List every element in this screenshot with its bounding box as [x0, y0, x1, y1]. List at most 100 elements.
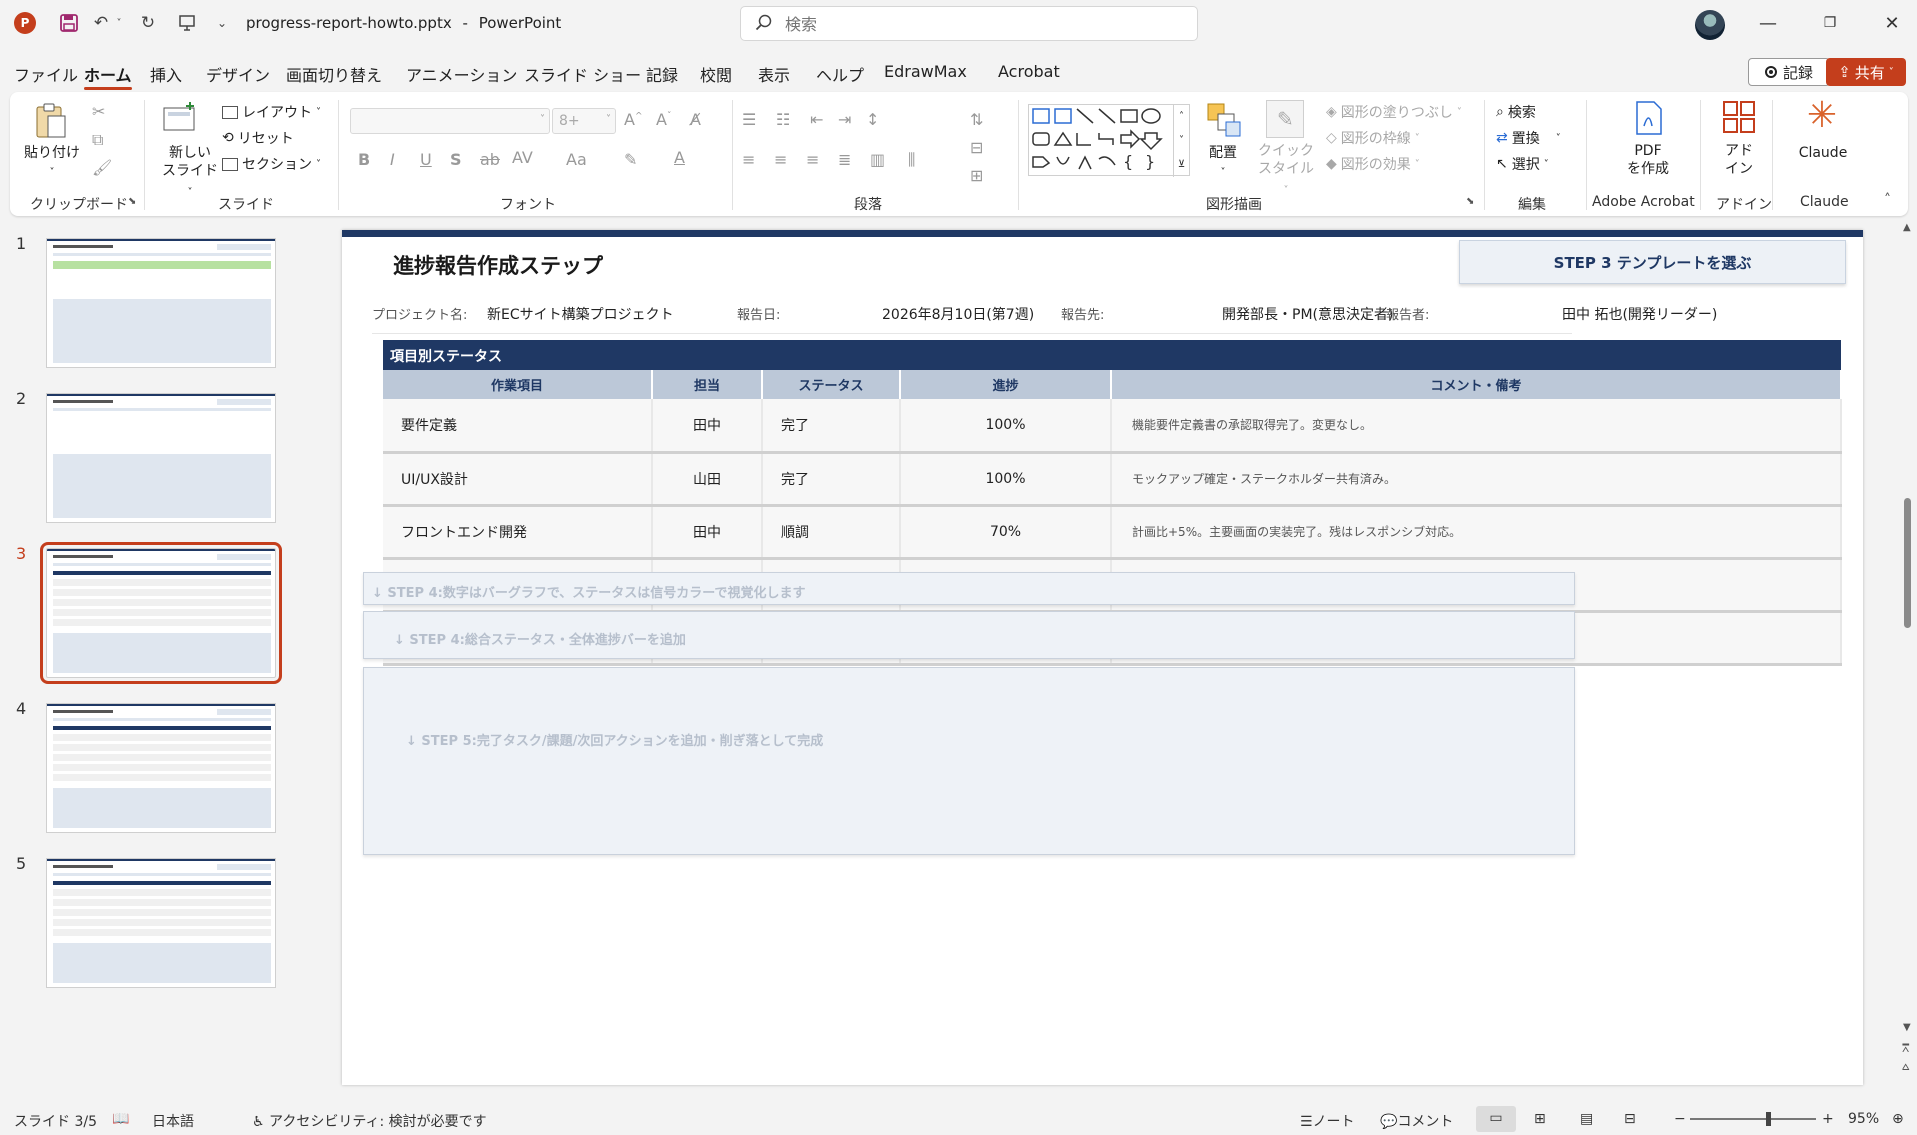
- layout-button[interactable]: レイアウト ˅: [222, 102, 321, 122]
- menu-tab[interactable]: 校閲: [700, 62, 732, 90]
- menu-tab[interactable]: ホーム: [84, 62, 132, 90]
- slide-canvas[interactable]: 進捗報告作成ステップ STEP 3 テンプレートを選ぶ プロジェクト名: 新EC…: [342, 230, 1863, 1085]
- step4-total-placeholder[interactable]: ↓ STEP 4:総合ステータス・全体進捗バーを追加: [363, 611, 1575, 659]
- section-button[interactable]: セクション ˅: [222, 154, 321, 174]
- save-icon[interactable]: [56, 10, 82, 36]
- arrange-icon[interactable]: [1206, 102, 1242, 138]
- zoom-slider-thumb[interactable]: [1766, 1112, 1772, 1126]
- font-name-combo[interactable]: ˅: [350, 108, 550, 134]
- table-row[interactable]: フロントエンド開発 田中 順調 70% 計画比+5%。主要画面の実装完了。残はレスポンシ…: [383, 505, 1842, 560]
- vertical-scrollbar[interactable]: ▲ ▼ ⩞ ⩟: [1900, 222, 1914, 1082]
- align-center-icon[interactable]: ≡: [774, 150, 787, 169]
- zoom-level[interactable]: 95%: [1848, 1111, 1879, 1127]
- close-button[interactable]: ✕: [1870, 8, 1914, 38]
- menu-tab[interactable]: EdrawMax: [884, 62, 967, 90]
- font-size-combo[interactable]: 8+ ˅: [552, 108, 616, 134]
- claude-icon[interactable]: ✳: [1804, 98, 1840, 134]
- slideshow-view-icon[interactable]: ⊟: [1624, 1111, 1636, 1127]
- shrink-font-icon[interactable]: Aˇ: [656, 110, 671, 129]
- zoom-in-icon[interactable]: +: [1822, 1111, 1834, 1127]
- scroll-down-icon[interactable]: ▼: [1903, 1022, 1911, 1033]
- menu-tab[interactable]: 記録: [646, 62, 678, 90]
- slide-thumbnail[interactable]: [40, 542, 282, 684]
- redo-icon[interactable]: ↻: [136, 10, 160, 36]
- format-painter-icon[interactable]: 🖌: [92, 158, 112, 177]
- table-row[interactable]: 要件定義 田中 完了 100% 機能要件定義書の承認取得完了。変更なし。: [383, 399, 1842, 454]
- reset-button[interactable]: ⟲ リセット: [222, 128, 294, 148]
- menu-tab[interactable]: ファイル: [14, 62, 78, 90]
- slide-title[interactable]: 進捗報告作成ステップ: [393, 250, 603, 280]
- shape-effect-button[interactable]: ◆ 図形の効果 ˅: [1326, 154, 1420, 174]
- increase-indent-icon[interactable]: ⇥: [838, 110, 851, 129]
- search-input[interactable]: [785, 13, 1175, 35]
- slide-thumbnail[interactable]: [46, 703, 276, 833]
- justify-icon[interactable]: ≣: [838, 150, 851, 169]
- copy-icon[interactable]: ⧉: [92, 130, 103, 150]
- new-slide-icon[interactable]: [162, 100, 198, 134]
- shapes-gallery[interactable]: {} ˄ ˅ ⊻: [1028, 104, 1190, 177]
- font-color-icon[interactable]: A: [674, 148, 685, 167]
- grow-font-icon[interactable]: A^: [624, 110, 643, 129]
- claude-button[interactable]: Claude: [1788, 144, 1858, 162]
- slide-sorter-icon[interactable]: ⊞: [1534, 1111, 1546, 1127]
- strikethrough-icon[interactable]: ab: [480, 150, 500, 169]
- customize-toolbar-icon[interactable]: ⌄: [212, 10, 232, 36]
- cut-icon[interactable]: ✂: [92, 102, 105, 121]
- collapse-ribbon-icon[interactable]: ˄: [1884, 192, 1891, 208]
- replace-button[interactable]: ⇄ 置換 ˅: [1496, 128, 1561, 148]
- create-pdf-icon[interactable]: [1634, 100, 1664, 136]
- paste-button[interactable]: 貼り付け ˅: [22, 144, 82, 182]
- text-direction-icon[interactable]: ⇅: [970, 110, 983, 129]
- accessibility-status[interactable]: ♿ アクセシビリティ: 検討が必要です: [252, 1111, 487, 1131]
- prev-slide-icon[interactable]: ⩞: [1902, 1042, 1909, 1055]
- underline-icon[interactable]: U: [420, 150, 432, 169]
- project-info-row[interactable]: プロジェクト名: 新ECサイト構築プロジェクト 報告日: 2026年8月10日(…: [372, 290, 1717, 334]
- zoom-out-icon[interactable]: −: [1674, 1111, 1686, 1127]
- record-button[interactable]: 記録: [1748, 58, 1830, 86]
- normal-view-icon[interactable]: ▭: [1476, 1106, 1516, 1132]
- minimize-button[interactable]: —: [1746, 8, 1790, 38]
- bold-icon[interactable]: B: [358, 150, 370, 169]
- step-label-box[interactable]: STEP 3 テンプレートを選ぶ: [1459, 240, 1846, 284]
- align-left-icon[interactable]: ≡: [742, 150, 755, 169]
- menu-tab[interactable]: 表示: [758, 62, 790, 90]
- new-slide-button[interactable]: 新しい スライド ˅: [160, 144, 220, 202]
- numbering-icon[interactable]: ☷: [776, 110, 790, 129]
- share-button[interactable]: ⇪ 共有 ˅: [1826, 58, 1906, 86]
- spellcheck-icon[interactable]: 📖: [112, 1111, 129, 1127]
- addins-icon[interactable]: [1722, 100, 1756, 134]
- shape-fill-button[interactable]: ◈ 図形の塗りつぶし ˅: [1326, 102, 1462, 122]
- notes-button[interactable]: ☰ノート: [1300, 1111, 1355, 1131]
- drawing-launcher-icon[interactable]: ⬊: [1466, 196, 1474, 207]
- columns-icon[interactable]: ⫼: [908, 150, 915, 170]
- line-spacing-icon[interactable]: ↕: [866, 110, 879, 129]
- zoom-slider[interactable]: [1690, 1112, 1816, 1126]
- quick-style-button[interactable]: クイック スタイル ˅: [1254, 142, 1318, 200]
- shadow-icon[interactable]: S: [450, 150, 462, 169]
- clipboard-launcher-icon[interactable]: ⬊: [128, 196, 136, 207]
- char-spacing-icon[interactable]: AV: [512, 148, 533, 167]
- menu-tab[interactable]: アニメーション: [406, 62, 517, 90]
- slide-thumbnail[interactable]: [46, 393, 276, 523]
- shapes-more-icon[interactable]: ˄ ˅ ⊻: [1173, 105, 1189, 177]
- language-indicator[interactable]: 日本語: [152, 1111, 194, 1131]
- smartart-icon[interactable]: ⊞: [970, 166, 983, 185]
- align-right-icon[interactable]: ≡: [806, 150, 819, 169]
- distribute-icon[interactable]: ▥: [870, 150, 885, 169]
- avatar[interactable]: [1695, 10, 1725, 40]
- slide-thumbnail[interactable]: [46, 858, 276, 988]
- undo-dropdown-icon[interactable]: ˅: [112, 10, 126, 36]
- change-case-icon[interactable]: Aa: [566, 150, 587, 169]
- scrollbar-thumb[interactable]: [1904, 498, 1911, 628]
- clear-format-icon[interactable]: A̸: [690, 110, 701, 129]
- find-button[interactable]: ⌕ 検索: [1496, 102, 1536, 122]
- menu-tab[interactable]: スライド ショー: [524, 62, 641, 90]
- scroll-up-icon[interactable]: ▲: [1903, 222, 1911, 233]
- slideshow-icon[interactable]: [174, 10, 200, 36]
- reading-view-icon[interactable]: ▤: [1580, 1111, 1593, 1127]
- menu-tab[interactable]: Acrobat: [998, 62, 1060, 90]
- table-row[interactable]: UI/UX設計 山田 完了 100% モックアップ確定・ステークホルダー共有済み。: [383, 452, 1842, 507]
- fit-slide-icon[interactable]: ⊕: [1892, 1111, 1904, 1127]
- menu-tab[interactable]: ヘルプ: [816, 62, 864, 90]
- shape-outline-button[interactable]: ◇ 図形の枠線 ˅: [1326, 128, 1420, 148]
